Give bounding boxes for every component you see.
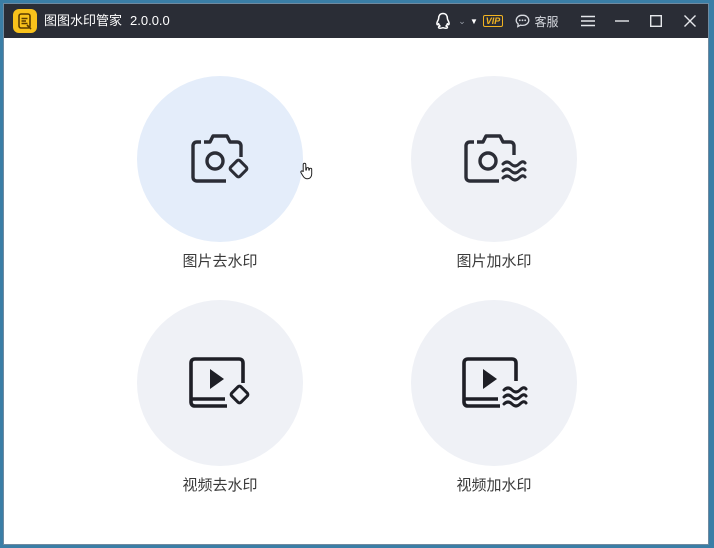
- chat-bubble-icon: [516, 14, 530, 28]
- feature-label: 视频去水印: [182, 477, 258, 494]
- hamburger-menu-icon: [581, 15, 595, 27]
- app-logo-icon: [13, 9, 37, 33]
- app-title: 图图水印管家 2.0.0.0: [44, 12, 170, 30]
- feature-label: 视频加水印: [456, 477, 532, 494]
- camera-eraser-icon: [191, 134, 249, 183]
- video-eraser-icon: [189, 357, 250, 408]
- qq-dropdown-icon[interactable]: ⌄: [455, 4, 469, 38]
- qq-icon: [436, 12, 450, 29]
- close-button[interactable]: [678, 4, 702, 38]
- vip-badge: VIP: [482, 15, 504, 27]
- image-add-watermark-button[interactable]: 图片加水印: [411, 76, 577, 276]
- feature-label: 图片加水印: [456, 253, 532, 270]
- feature-circle[interactable]: [137, 300, 303, 466]
- feature-circle[interactable]: [411, 76, 577, 242]
- vip-dropdown-icon[interactable]: ▼: [468, 4, 480, 38]
- video-remove-watermark-button[interactable]: 视频去水印: [137, 300, 303, 500]
- app-name: 图图水印管家: [44, 13, 123, 28]
- minimize-button[interactable]: [610, 4, 634, 38]
- maximize-icon: [650, 15, 662, 27]
- feature-circle[interactable]: [137, 76, 303, 242]
- menu-button[interactable]: [576, 4, 600, 38]
- app-version: 2.0.0.0: [130, 13, 170, 28]
- qq-login-button[interactable]: [432, 4, 454, 38]
- app-window: 图图水印管家 2.0.0.0 ⌄ ▼ VIP 客服 图片去水印 图片加水印 视频…: [3, 3, 709, 545]
- feature-label: 图片去水印: [182, 253, 258, 270]
- maximize-button[interactable]: [644, 4, 668, 38]
- main-content: 图片去水印 图片加水印 视频去水印 视频加水印: [4, 38, 708, 544]
- customer-service-label: 客服: [534, 14, 559, 29]
- hand-pointer-cursor-icon: [300, 162, 313, 180]
- video-add-watermark-button[interactable]: 视频加水印: [411, 300, 577, 500]
- customer-service-button[interactable]: 客服: [513, 4, 561, 38]
- video-wave-icon: [462, 357, 528, 408]
- close-icon: [684, 15, 696, 27]
- title-bar[interactable]: 图图水印管家 2.0.0.0 ⌄ ▼ VIP 客服: [4, 4, 708, 38]
- image-remove-watermark-button[interactable]: 图片去水印: [137, 76, 303, 276]
- feature-circle[interactable]: [411, 300, 577, 466]
- vip-button[interactable]: VIP: [481, 4, 505, 38]
- camera-wave-icon: [464, 134, 527, 183]
- minimize-icon: [615, 20, 629, 22]
